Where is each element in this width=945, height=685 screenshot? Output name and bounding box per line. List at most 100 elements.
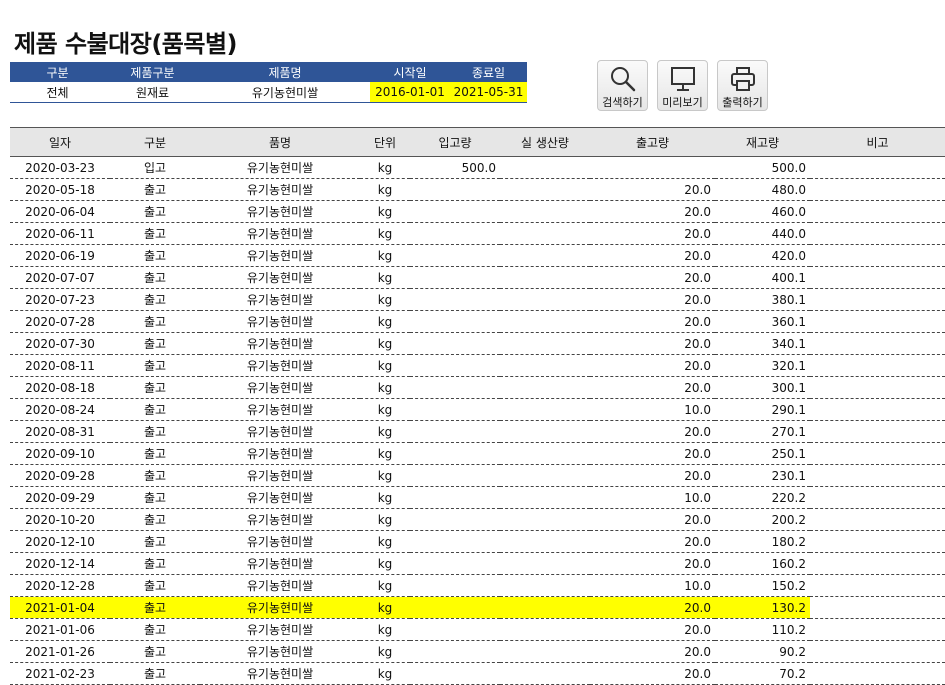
cell-in[interactable]: [410, 288, 500, 311]
table-row[interactable]: 2020-10-20 출고 유기농현미쌀 kg 20.0 200.2: [10, 508, 945, 531]
cell-in[interactable]: [410, 222, 500, 245]
cell-date[interactable]: 2020-12-28: [10, 574, 110, 597]
cell-out[interactable]: [590, 156, 715, 179]
cell-type[interactable]: 출고: [110, 530, 200, 553]
cell-date[interactable]: 2020-10-20: [10, 508, 110, 531]
cell-note[interactable]: [810, 200, 945, 223]
table-row[interactable]: 2020-08-31 출고 유기농현미쌀 kg 20.0 270.1: [10, 420, 945, 443]
cell-note[interactable]: [810, 574, 945, 597]
cell-type[interactable]: 출고: [110, 244, 200, 267]
cell-production[interactable]: [500, 354, 590, 377]
cell-in[interactable]: [410, 640, 500, 663]
table-row[interactable]: 2020-06-11 출고 유기농현미쌀 kg 20.0 440.0: [10, 222, 945, 245]
cell-out[interactable]: 20.0: [590, 420, 715, 443]
cell-type[interactable]: 출고: [110, 200, 200, 223]
cell-stock[interactable]: 180.2: [715, 530, 810, 553]
cell-in[interactable]: [410, 354, 500, 377]
cell-out[interactable]: 20.0: [590, 244, 715, 267]
cell-out[interactable]: 20.0: [590, 332, 715, 355]
cell-stock[interactable]: 320.1: [715, 354, 810, 377]
cell-item[interactable]: 유기농현미쌀: [200, 640, 360, 663]
cell-unit[interactable]: kg: [360, 530, 410, 553]
cell-out[interactable]: 20.0: [590, 618, 715, 641]
table-row[interactable]: 2020-06-19 출고 유기농현미쌀 kg 20.0 420.0: [10, 244, 945, 267]
col-production-header[interactable]: 실 생산량: [500, 127, 590, 157]
cell-in[interactable]: [410, 244, 500, 267]
cell-date[interactable]: 2020-03-23: [10, 156, 110, 179]
cell-item[interactable]: 유기농현미쌀: [200, 200, 360, 223]
cell-type[interactable]: 출고: [110, 640, 200, 663]
cell-unit[interactable]: kg: [360, 156, 410, 179]
cell-in[interactable]: [410, 398, 500, 421]
cell-unit[interactable]: kg: [360, 442, 410, 465]
cell-type[interactable]: 출고: [110, 376, 200, 399]
cell-unit[interactable]: kg: [360, 662, 410, 685]
cell-item[interactable]: 유기농현미쌀: [200, 376, 360, 399]
table-row[interactable]: 2020-12-14 출고 유기농현미쌀 kg 20.0 160.2: [10, 552, 945, 575]
cell-stock[interactable]: 290.1: [715, 398, 810, 421]
cell-note[interactable]: [810, 156, 945, 179]
cell-out[interactable]: 20.0: [590, 222, 715, 245]
cell-type[interactable]: 출고: [110, 420, 200, 443]
table-row[interactable]: 2021-01-04 출고 유기농현미쌀 kg 20.0 130.2: [10, 596, 945, 619]
cell-type[interactable]: 출고: [110, 508, 200, 531]
cell-date[interactable]: 2021-02-23: [10, 662, 110, 685]
cell-production[interactable]: [500, 618, 590, 641]
cell-in[interactable]: [410, 266, 500, 289]
cell-item[interactable]: 유기농현미쌀: [200, 420, 360, 443]
cell-item[interactable]: 유기농현미쌀: [200, 530, 360, 553]
cell-unit[interactable]: kg: [360, 398, 410, 421]
table-row[interactable]: 2020-09-28 출고 유기농현미쌀 kg 20.0 230.1: [10, 464, 945, 487]
cell-production[interactable]: [500, 508, 590, 531]
cell-note[interactable]: [810, 486, 945, 509]
cell-note[interactable]: [810, 398, 945, 421]
cell-in[interactable]: [410, 552, 500, 575]
cell-in[interactable]: [410, 508, 500, 531]
table-row[interactable]: 2020-06-04 출고 유기농현미쌀 kg 20.0 460.0: [10, 200, 945, 223]
cell-production[interactable]: [500, 420, 590, 443]
cell-date[interactable]: 2020-08-11: [10, 354, 110, 377]
cell-out[interactable]: 20.0: [590, 376, 715, 399]
cell-date[interactable]: 2021-01-04: [10, 596, 110, 619]
cell-in[interactable]: [410, 442, 500, 465]
cell-stock[interactable]: 230.1: [715, 464, 810, 487]
cell-production[interactable]: [500, 442, 590, 465]
cell-unit[interactable]: kg: [360, 332, 410, 355]
cell-stock[interactable]: 420.0: [715, 244, 810, 267]
cell-type[interactable]: 출고: [110, 618, 200, 641]
cell-out[interactable]: 20.0: [590, 266, 715, 289]
cell-production[interactable]: [500, 332, 590, 355]
cell-unit[interactable]: kg: [360, 376, 410, 399]
search-button[interactable]: 검색하기: [597, 60, 648, 111]
cell-out[interactable]: 20.0: [590, 354, 715, 377]
cell-note[interactable]: [810, 310, 945, 333]
cell-unit[interactable]: kg: [360, 640, 410, 663]
cell-item[interactable]: 유기농현미쌀: [200, 442, 360, 465]
cell-unit[interactable]: kg: [360, 266, 410, 289]
cell-unit[interactable]: kg: [360, 222, 410, 245]
preview-button[interactable]: 미리보기: [657, 60, 708, 111]
table-row[interactable]: 2020-09-10 출고 유기농현미쌀 kg 20.0 250.1: [10, 442, 945, 465]
cell-in[interactable]: [410, 662, 500, 685]
cell-stock[interactable]: 400.1: [715, 266, 810, 289]
cell-stock[interactable]: 500.0: [715, 156, 810, 179]
cell-item[interactable]: 유기농현미쌀: [200, 222, 360, 245]
cell-out[interactable]: 20.0: [590, 288, 715, 311]
cell-item[interactable]: 유기농현미쌀: [200, 552, 360, 575]
filter-start-date-field[interactable]: 2016-01-01: [370, 82, 450, 103]
cell-unit[interactable]: kg: [360, 288, 410, 311]
cell-in[interactable]: [410, 420, 500, 443]
cell-note[interactable]: [810, 376, 945, 399]
cell-type[interactable]: 출고: [110, 178, 200, 201]
cell-production[interactable]: [500, 244, 590, 267]
cell-in[interactable]: [410, 464, 500, 487]
cell-date[interactable]: 2020-09-28: [10, 464, 110, 487]
cell-in[interactable]: [410, 332, 500, 355]
cell-stock[interactable]: 300.1: [715, 376, 810, 399]
cell-production[interactable]: [500, 464, 590, 487]
cell-date[interactable]: 2021-01-26: [10, 640, 110, 663]
cell-unit[interactable]: kg: [360, 354, 410, 377]
cell-item[interactable]: 유기농현미쌀: [200, 354, 360, 377]
cell-stock[interactable]: 460.0: [715, 200, 810, 223]
cell-production[interactable]: [500, 222, 590, 245]
